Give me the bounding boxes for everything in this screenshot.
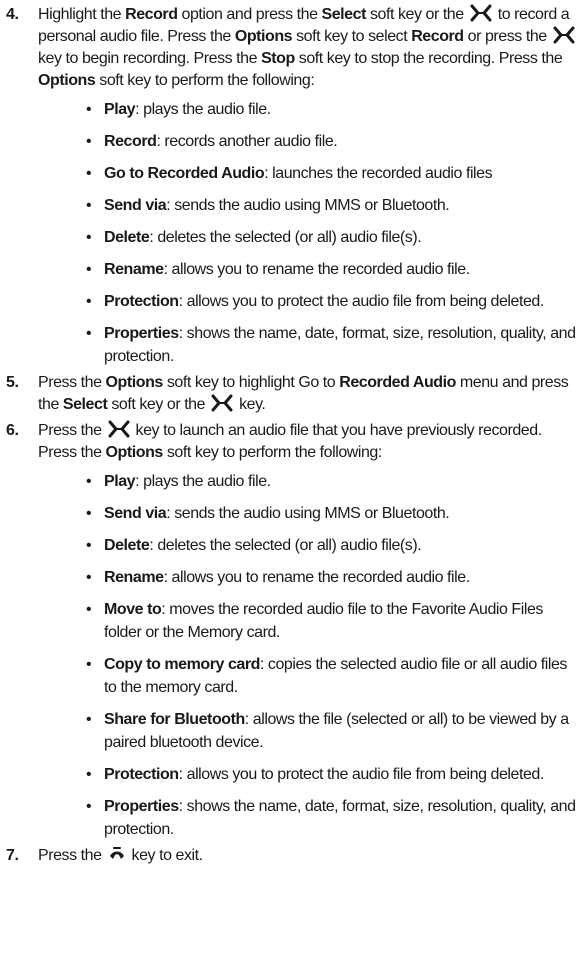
list-item: • Copy to memory card: copies the selecte… [86,656,567,696]
manual-page: 4. Highlight the Record option and press… [0,0,586,953]
list-item: • Play: plays the audio file. [86,101,271,118]
list-item: • Delete: deletes the selected (or all) a… [86,229,422,246]
list-item: • Rename: allows you to rename the record… [86,261,470,278]
step-number: 6. [6,422,19,439]
list-item: • Rename: allows you to rename the record… [86,569,470,586]
step-5: 5. Press the Options soft key to highlig… [6,372,582,416]
option-list: • Play: plays the audio file. • Record: re… [38,98,582,368]
step-text: Press the Options soft key to highlight … [38,374,569,413]
step-6: 6. Press the key to launch an audio file… [6,420,582,841]
step-number: 4. [6,6,19,23]
list-item: • Share for Bluetooth: allows the file (s… [86,711,569,751]
end-call-key-icon [109,847,124,859]
select-key-x-icon [211,394,233,412]
step-4: 4. Highlight the Record option and press… [6,4,582,368]
step-7: 7. Press the key to exit. [6,845,582,867]
option-list: • Play: plays the audio file. • Send via: … [38,470,582,841]
list-item: • Properties: shows the name, date, forma… [86,798,576,838]
select-key-x-icon [108,420,130,438]
list-item: • Send via: sends the audio using MMS or … [86,197,450,214]
list-item: • Protection: allows you to protect the a… [86,293,544,310]
select-key-x-icon [553,26,575,44]
step-number: 5. [6,374,19,391]
list-item: • Delete: deletes the selected (or all) a… [86,537,422,554]
list-item: • Play: plays the audio file. [86,473,271,490]
list-item: • Go to Recorded Audio: launches the reco… [86,165,493,182]
list-item: • Move to: moves the recorded audio file … [86,601,543,641]
step-text: Press the key to launch an audio file th… [38,420,542,461]
step-number: 7. [6,847,19,864]
list-item: • Properties: shows the name, date, forma… [86,325,576,365]
list-item: • Protection: allows you to protect the a… [86,766,544,783]
select-key-x-icon [470,4,492,22]
step-text: Press the key to exit. [38,847,203,864]
step-text: Highlight the Record option and press th… [38,4,582,92]
list-item: • Record: records another audio file. [86,133,338,150]
list-item: • Send via: sends the audio using MMS or … [86,505,450,522]
